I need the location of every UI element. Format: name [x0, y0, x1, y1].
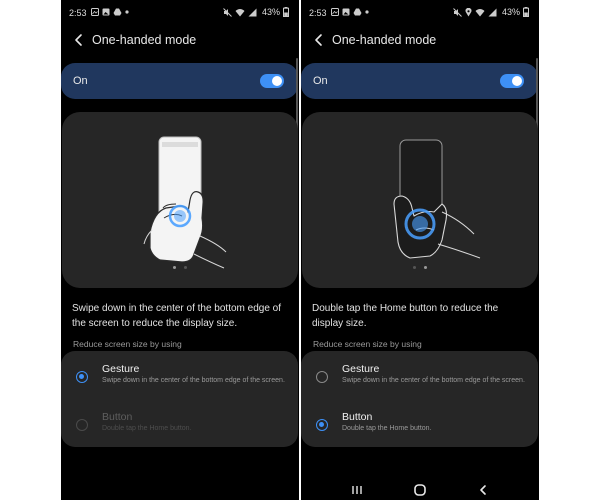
back-arrow-icon[interactable] [313, 33, 325, 47]
back-arrow-icon[interactable] [73, 33, 85, 47]
page-indicator [302, 266, 538, 274]
status-time: 2:53 [309, 8, 327, 18]
home-icon[interactable] [413, 483, 427, 497]
option-title: Button [342, 411, 373, 423]
master-toggle-bar[interactable]: On [301, 63, 538, 99]
signal-icon [488, 8, 497, 16]
mode-description: Double tap the Home button to reduce the… [312, 303, 499, 329]
gesture-radio[interactable] [316, 371, 328, 383]
notification-icons [331, 7, 369, 17]
drive-icon [113, 8, 122, 16]
option-title: Gesture [342, 363, 380, 375]
option-button[interactable]: Button Double tap the Home button. [301, 399, 538, 447]
page-dot-1 [173, 266, 176, 269]
status-bar: 2:53 43% [301, 0, 539, 26]
left-screen: 2:53 43% One-handed mode On Swipe down i… [61, 0, 299, 500]
system-icons: 43% [223, 7, 289, 17]
option-subtitle: Double tap the Home button. [342, 425, 432, 432]
system-icons: 43% [453, 7, 529, 17]
reduce-method-options: Gesture Swipe down in the center of the … [301, 351, 538, 447]
gesture-illustration-card[interactable] [62, 112, 298, 288]
toggle-label: On [73, 75, 88, 87]
right-screen: 2:53 43% One-handed mode On Double tap t… [301, 0, 539, 500]
on-off-switch[interactable] [500, 74, 524, 88]
section-label: Reduce screen size by using [313, 339, 422, 349]
toggle-label: On [313, 75, 328, 87]
button-illustration-card[interactable] [302, 112, 538, 288]
notification-icons [91, 7, 129, 17]
wifi-icon [475, 8, 485, 16]
switch-knob [272, 76, 282, 86]
recents-icon[interactable] [351, 483, 363, 497]
button-radio[interactable] [76, 419, 88, 431]
battery-icon [283, 7, 289, 17]
location-icon [465, 7, 472, 16]
swipe-gesture-illustration [143, 136, 227, 269]
button-radio[interactable] [316, 419, 328, 431]
on-off-switch[interactable] [260, 74, 284, 88]
gallery-icon [91, 8, 99, 16]
battery-percentage: 43% [261, 7, 280, 17]
option-subtitle: Swipe down in the center of the bottom e… [342, 377, 525, 384]
app-header: One-handed mode [301, 26, 539, 54]
dot-icon [365, 10, 369, 14]
option-gesture[interactable]: Gesture Swipe down in the center of the … [301, 351, 538, 399]
section-label: Reduce screen size by using [73, 339, 182, 349]
navigation-bar [301, 480, 539, 500]
dot-icon [125, 10, 129, 14]
double-tap-illustration [393, 139, 481, 259]
mute-icon [453, 7, 462, 17]
battery-percentage: 43% [501, 7, 520, 17]
page-title: One-handed mode [92, 33, 197, 47]
mute-icon [223, 7, 232, 17]
drive-icon [353, 8, 362, 16]
image-icon [102, 8, 110, 16]
page-title: One-handed mode [332, 33, 437, 47]
wifi-icon [235, 8, 245, 16]
option-title: Button [102, 411, 133, 423]
option-subtitle: Double tap the Home button. [102, 425, 192, 432]
switch-knob [512, 76, 522, 86]
option-subtitle: Swipe down in the center of the bottom e… [102, 377, 285, 384]
reduce-method-options: Gesture Swipe down in the center of the … [61, 351, 298, 447]
signal-icon [248, 8, 257, 16]
gesture-radio[interactable] [76, 371, 88, 383]
page-dot-2 [184, 266, 187, 269]
mode-description: Swipe down in the center of the bottom e… [72, 303, 282, 329]
option-title: Gesture [102, 363, 140, 375]
battery-icon [523, 7, 529, 17]
page-dot-1 [413, 266, 416, 269]
status-bar: 2:53 43% [61, 0, 299, 26]
master-toggle-bar[interactable]: On [61, 63, 298, 99]
status-time: 2:53 [69, 8, 87, 18]
option-button[interactable]: Button Double tap the Home button. [61, 399, 298, 447]
option-gesture[interactable]: Gesture Swipe down in the center of the … [61, 351, 298, 399]
page-dot-2 [424, 266, 427, 269]
page-indicator [62, 266, 298, 274]
app-header: One-handed mode [61, 26, 299, 54]
back-nav-icon[interactable] [477, 483, 489, 497]
gallery-icon [331, 8, 339, 16]
image-icon [342, 8, 350, 16]
